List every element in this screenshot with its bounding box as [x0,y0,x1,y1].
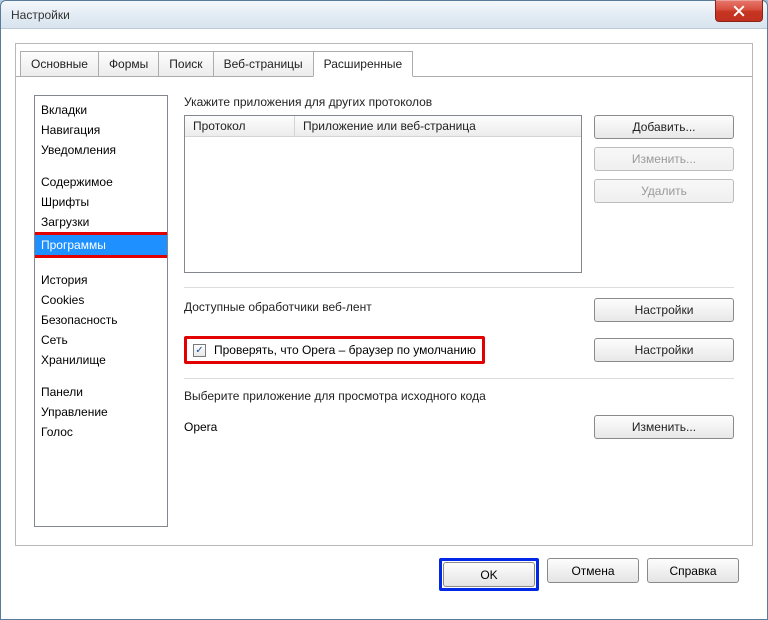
tab-forms[interactable]: Формы [98,51,159,77]
highlight-programs: Программы [34,232,168,258]
sidebar-item-storage[interactable]: Хранилище [35,350,167,370]
delete-button: Удалить [594,179,734,203]
sidebar-item-tabs[interactable]: Вкладки [35,100,167,120]
protocols-label: Укажите приложения для других протоколов [184,95,734,109]
sidebar-item-content[interactable]: Содержимое [35,172,167,192]
tab-search[interactable]: Поиск [158,51,213,77]
sidebar-item-fonts[interactable]: Шрифты [35,192,167,212]
sidebar-item-programs[interactable]: Программы [35,235,167,255]
col-protocol[interactable]: Протокол [185,116,295,136]
change-source-button[interactable]: Изменить... [594,415,734,439]
protocols-table[interactable]: Протокол Приложение или веб-страница [184,115,582,273]
sidebar-item-downloads[interactable]: Загрузки [35,212,167,232]
tab-basic[interactable]: Основные [20,51,99,77]
default-browser-label: Проверять, что Opera – браузер по умолча… [214,343,476,357]
edit-button: Изменить... [594,147,734,171]
sidebar-item-security[interactable]: Безопасность [35,310,167,330]
sidebar-item-voice[interactable]: Голос [35,422,167,442]
feeds-settings-button[interactable]: Настройки [594,298,734,322]
tab-webpages[interactable]: Веб-страницы [213,51,314,77]
close-icon [733,5,745,17]
sidebar-item-panels[interactable]: Панели [35,382,167,402]
tabstrip: Основные Формы Поиск Веб-страницы Расшир… [16,44,752,77]
sidebar-item-management[interactable]: Управление [35,402,167,422]
divider [184,378,734,379]
divider [184,287,734,288]
cancel-button[interactable]: Отмена [547,558,639,583]
sidebar-item-navigation[interactable]: Навигация [35,120,167,140]
sidebar-item-history[interactable]: История [35,270,167,290]
help-button[interactable]: Справка [647,558,739,583]
sidebar-item-network[interactable]: Сеть [35,330,167,350]
window-title: Настройки [11,8,70,22]
highlight-ok: OK [439,558,539,591]
col-application[interactable]: Приложение или веб-страница [295,116,581,136]
feeds-label: Доступные обработчики веб-лент [184,300,582,314]
default-settings-button[interactable]: Настройки [594,338,734,362]
table-header: Протокол Приложение или веб-страница [185,116,581,137]
titlebar: Настройки [1,1,767,29]
ok-button[interactable]: OK [443,562,535,587]
default-browser-checkbox[interactable]: ✓ [193,344,206,357]
source-app-value: Opera [184,420,582,434]
close-button[interactable] [715,0,763,22]
source-viewer-label: Выберите приложение для просмотра исходн… [184,389,734,403]
add-button[interactable]: Добавить... [594,115,734,139]
sidebar-item-notifications[interactable]: Уведомления [35,140,167,160]
sidebar[interactable]: Вкладки Навигация Уведомления Содержимое… [34,95,168,527]
sidebar-item-cookies[interactable]: Cookies [35,290,167,310]
tab-advanced[interactable]: Расширенные [313,51,414,77]
highlight-default-browser: ✓ Проверять, что Opera – браузер по умол… [184,336,485,364]
